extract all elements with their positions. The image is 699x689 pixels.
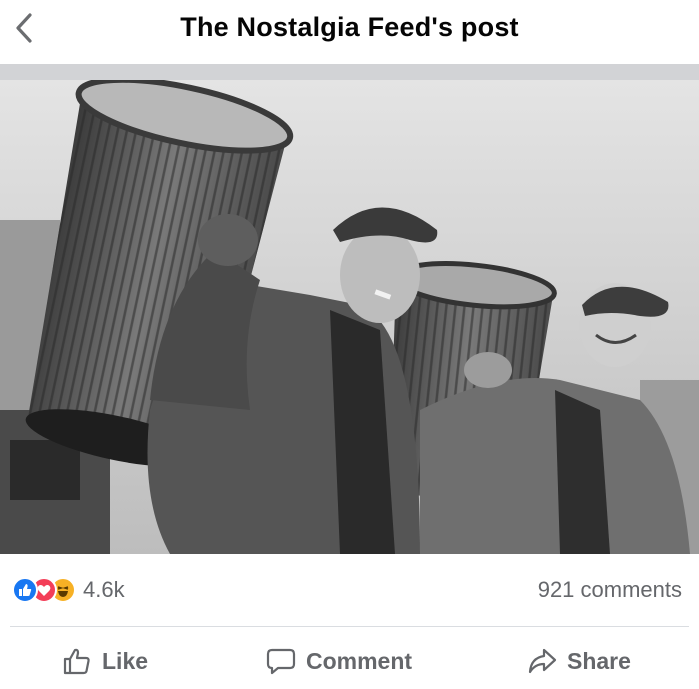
share-button[interactable]: Share bbox=[527, 636, 631, 686]
action-bar: Like Comment Share bbox=[0, 636, 699, 686]
share-arrow-icon bbox=[527, 646, 557, 676]
post-header: The Nostalgia Feed's post bbox=[0, 0, 699, 64]
comment-count[interactable]: 921 comments bbox=[538, 566, 682, 614]
share-label: Share bbox=[567, 647, 631, 674]
divider bbox=[10, 626, 689, 627]
comment-label: Comment bbox=[306, 647, 413, 674]
reactions-summary[interactable]: 4.6k bbox=[12, 566, 125, 614]
reaction-count: 4.6k bbox=[83, 577, 125, 602]
post-photo[interactable] bbox=[0, 80, 699, 554]
page-title: The Nostalgia Feed's post bbox=[180, 12, 519, 42]
thumbs-up-icon bbox=[62, 646, 92, 676]
like-reaction-icon bbox=[12, 577, 38, 603]
engagement-counts: 4.6k 921 comments bbox=[0, 566, 699, 614]
like-button[interactable]: Like bbox=[62, 636, 148, 686]
comment-button[interactable]: Comment bbox=[266, 636, 412, 686]
like-label: Like bbox=[102, 647, 149, 674]
speech-bubble-icon bbox=[266, 646, 296, 676]
header-divider bbox=[0, 64, 699, 80]
